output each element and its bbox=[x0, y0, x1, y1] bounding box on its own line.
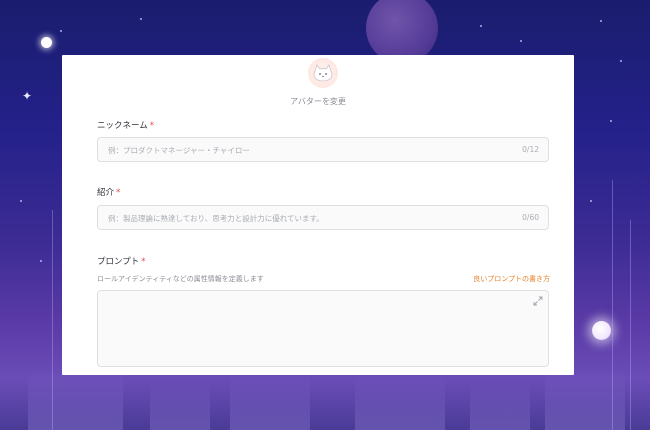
sparkle-icon: ✦ bbox=[22, 89, 33, 103]
star bbox=[20, 200, 22, 202]
nickname-placeholder: 例：プロダクトマネージャー・チャイロー bbox=[108, 146, 250, 155]
expand-icon[interactable] bbox=[533, 296, 543, 306]
intro-label: 紹介 * bbox=[97, 186, 120, 198]
nickname-input[interactable]: 例：プロダクトマネージャー・チャイロー 0/12 bbox=[97, 137, 549, 162]
background-scene: ✦ アバターを変更 ニックネーム* 例：プロダクトマネージャー・チャイロー 0 bbox=[0, 0, 650, 430]
light-beam bbox=[612, 180, 613, 430]
city-pillar bbox=[470, 382, 530, 430]
intro-placeholder: 例：製品理論に熟達しており、思考力と設計力に優れています。 bbox=[108, 214, 324, 223]
moon-decoration-left bbox=[41, 37, 52, 48]
star bbox=[590, 200, 592, 202]
prompt-hint: ロールアイデンティティなどの属性情報を定義します bbox=[97, 275, 264, 283]
star bbox=[520, 40, 522, 42]
city-pillar bbox=[545, 370, 625, 430]
nickname-label-text: ニックネーム bbox=[97, 121, 148, 131]
nickname-char-counter: 0/12 bbox=[522, 145, 539, 154]
nickname-label: ニックネーム * bbox=[97, 119, 154, 131]
intro-input[interactable]: 例：製品理論に熟達しており、思考力と設計力に優れています。 0/60 bbox=[97, 205, 549, 230]
star bbox=[40, 260, 42, 262]
star bbox=[60, 30, 62, 32]
prompt-label: プロンプト * bbox=[97, 255, 146, 267]
change-avatar-link[interactable]: アバターを変更 bbox=[62, 96, 574, 107]
light-beam bbox=[52, 210, 53, 430]
star bbox=[610, 120, 612, 122]
star bbox=[480, 25, 482, 27]
intro-label-text: 紹介 bbox=[97, 188, 115, 198]
city-pillar bbox=[28, 370, 123, 430]
cat-icon bbox=[313, 64, 333, 82]
required-mark: * bbox=[141, 257, 146, 267]
star bbox=[620, 60, 622, 62]
agent-settings-card: アバターを変更 ニックネーム * 例：プロダクトマネージャー・チャイロー 0/12… bbox=[62, 55, 574, 375]
prompt-textarea[interactable] bbox=[97, 290, 549, 367]
star bbox=[600, 20, 602, 22]
city-pillar bbox=[230, 375, 310, 430]
required-mark: * bbox=[116, 188, 121, 198]
star bbox=[140, 18, 142, 20]
moon-decoration-right bbox=[592, 321, 611, 340]
required-mark: * bbox=[149, 121, 154, 131]
light-beam bbox=[630, 220, 631, 430]
city-pillar bbox=[355, 375, 445, 430]
city-pillar bbox=[150, 382, 210, 430]
prompt-label-text: プロンプト bbox=[97, 257, 140, 267]
avatar-button[interactable] bbox=[308, 58, 338, 88]
intro-char-counter: 0/60 bbox=[522, 213, 539, 222]
prompt-tips-link[interactable]: 良いプロンプトの書き方 bbox=[473, 274, 550, 284]
